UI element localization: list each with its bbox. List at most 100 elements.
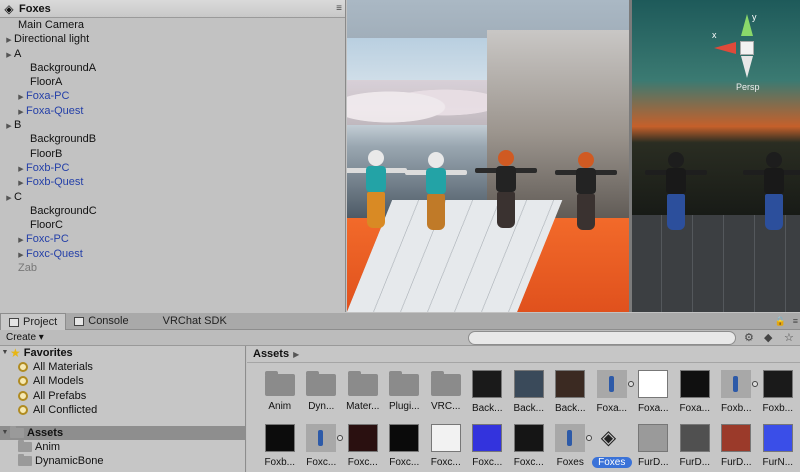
- asset-item[interactable]: FurD...: [716, 424, 758, 472]
- hierarchy-item[interactable]: ▶ A: [0, 47, 345, 61]
- tab-label: Project: [23, 315, 58, 328]
- asset-label: Dyn...: [308, 401, 335, 412]
- asset-item[interactable]: Foxc...: [425, 424, 467, 472]
- hierarchy-item[interactable]: ▶ B: [0, 118, 345, 132]
- texture-thumbnail: [762, 370, 793, 398]
- create-button[interactable]: Create ▾: [2, 331, 48, 345]
- gizmo-center-icon[interactable]: [740, 41, 754, 55]
- asset-label: Back...: [513, 403, 545, 414]
- hierarchy-item[interactable]: ▶ Foxc-PC: [0, 232, 345, 246]
- scene-title[interactable]: Foxes: [19, 3, 51, 15]
- hierarchy-item[interactable]: Zab: [0, 261, 345, 275]
- asset-item[interactable]: VRC...: [425, 370, 467, 420]
- hierarchy-item[interactable]: BackgroundA: [0, 61, 345, 75]
- tree-assets[interactable]: ▼ Assets: [0, 425, 245, 441]
- asset-label: Foxc...: [347, 457, 378, 468]
- asset-label: FurD...: [720, 457, 752, 468]
- asset-item[interactable]: FurD...: [674, 424, 716, 472]
- tree-favorites[interactable]: ▼ ★ Favorites: [0, 346, 245, 360]
- hierarchy-item[interactable]: Main Camera: [0, 18, 345, 32]
- hierarchy-item[interactable]: ▶ Foxb-PC: [0, 161, 345, 175]
- hierarchy-item[interactable]: FloorA: [0, 75, 345, 89]
- asset-item[interactable]: FurN...: [757, 424, 799, 472]
- tab-vrchat-sdk[interactable]: VRChat SDK: [155, 313, 235, 330]
- asset-item[interactable]: Back...: [550, 370, 592, 420]
- hierarchy-item[interactable]: FloorB: [0, 147, 345, 161]
- asset-item[interactable]: Foxb...: [757, 370, 799, 420]
- tree-favorite-item[interactable]: All Models: [0, 374, 245, 388]
- hierarchy-item[interactable]: ▶ Foxc-Quest: [0, 247, 345, 261]
- asset-item[interactable]: Back...: [467, 370, 509, 420]
- tree-favorite-item[interactable]: All Prefabs: [0, 389, 245, 403]
- gizmo-z-axis-icon[interactable]: [741, 56, 753, 78]
- favorite-star-icon[interactable]: ☆: [784, 331, 794, 344]
- favorite-label: All Conflicted: [33, 403, 98, 416]
- expand-arrow-icon[interactable]: ▼: [0, 426, 10, 440]
- bottom-tabs-bar: Project Console VRChat SDK: [0, 313, 800, 330]
- orientation-gizmo[interactable]: y x Persp: [712, 12, 782, 92]
- asset-item[interactable]: Foxa...: [674, 370, 716, 420]
- gizmo-persp-label[interactable]: Persp: [736, 82, 760, 92]
- asset-item[interactable]: Foxc...: [508, 424, 550, 472]
- asset-item[interactable]: Foxb...: [716, 370, 759, 420]
- search-input[interactable]: [468, 331, 736, 345]
- gizmo-x-axis-icon[interactable]: [714, 42, 736, 54]
- tab-project[interactable]: Project: [0, 313, 67, 330]
- asset-item[interactable]: FurD...: [633, 424, 675, 472]
- fox-a-pc-model[interactable]: [347, 150, 407, 230]
- tree-favorite-item[interactable]: All Conflicted: [0, 403, 245, 417]
- asset-label: Foxc...: [513, 457, 544, 468]
- asset-item[interactable]: Foxa...: [591, 370, 634, 420]
- asset-item[interactable]: Foxc...: [467, 424, 509, 472]
- assets-breadcrumb[interactable]: Assets ▶: [247, 346, 800, 363]
- texture-thumbnail: [679, 424, 710, 452]
- tree-folder-item[interactable]: DynamicBone: [0, 454, 245, 468]
- hierarchy-item[interactable]: BackgroundB: [0, 132, 345, 146]
- asset-item[interactable]: Foxc...: [384, 424, 426, 472]
- gizmo-x-label: x: [712, 30, 717, 40]
- scene-view[interactable]: y x Persp: [347, 0, 800, 312]
- filter-by-type-icon[interactable]: ⚙: [744, 331, 754, 344]
- asset-item[interactable]: Foxa...: [633, 370, 675, 420]
- asset-item[interactable]: Plugi...: [384, 370, 426, 420]
- tab-console[interactable]: Console: [66, 313, 136, 330]
- asset-item[interactable]: Foxc...: [301, 424, 344, 472]
- fox-c-pc-model[interactable]: [645, 152, 707, 232]
- hierarchy-item-label: C: [14, 190, 22, 203]
- asset-item[interactable]: Back...: [508, 370, 550, 420]
- texture-thumbnail: [389, 424, 420, 452]
- asset-item[interactable]: Foxc...: [342, 424, 384, 472]
- asset-item[interactable]: Dyn...: [301, 370, 343, 420]
- asset-item[interactable]: Anim: [259, 370, 301, 420]
- fox-b-pc-model[interactable]: [475, 150, 537, 230]
- fox-b-quest-model[interactable]: [555, 152, 617, 232]
- filter-by-label-icon[interactable]: ◆: [764, 331, 772, 344]
- fox-c-quest-model[interactable]: [743, 152, 800, 232]
- tree-folder-item[interactable]: Anim: [0, 440, 245, 454]
- hierarchy-item[interactable]: FloorC: [0, 218, 345, 232]
- expand-arrow-icon[interactable]: ▼: [0, 346, 10, 360]
- hierarchy-item[interactable]: ▶ C: [0, 190, 345, 204]
- asset-item[interactable]: ◈ Foxes: [591, 424, 633, 472]
- asset-item[interactable]: Foxes: [550, 424, 593, 472]
- hierarchy-item[interactable]: ▶ Foxa-PC: [0, 89, 345, 103]
- texture-thumbnail: [679, 370, 710, 398]
- hierarchy-item[interactable]: BackgroundC: [0, 204, 345, 218]
- fox-a-quest-model[interactable]: [405, 152, 467, 232]
- tab-menu-icon[interactable]: ≡: [793, 316, 798, 326]
- hierarchy-item[interactable]: ▶ Foxb-Quest: [0, 175, 345, 189]
- hierarchy-item-label: Foxa-PC: [26, 90, 70, 103]
- lock-icon[interactable]: 🔒: [775, 316, 786, 327]
- hierarchy-item[interactable]: ▶ Directional light: [0, 32, 345, 46]
- hierarchy-item-label: Foxa-Quest: [26, 104, 84, 117]
- asset-label: FurD...: [637, 457, 669, 468]
- hierarchy-menu-icon[interactable]: ≡: [336, 3, 342, 14]
- tree-spacer[interactable]: [0, 417, 245, 426]
- tree-favorite-item[interactable]: All Materials: [0, 360, 245, 374]
- hierarchy-item-label: Foxc-PC: [26, 233, 69, 246]
- folder-icon: [347, 371, 378, 396]
- hierarchy-item[interactable]: ▶ Foxa-Quest: [0, 104, 345, 118]
- asset-item[interactable]: Foxb...: [259, 424, 301, 472]
- asset-item[interactable]: Mater...: [342, 370, 384, 420]
- hierarchy-item-label: BackgroundC: [30, 204, 97, 217]
